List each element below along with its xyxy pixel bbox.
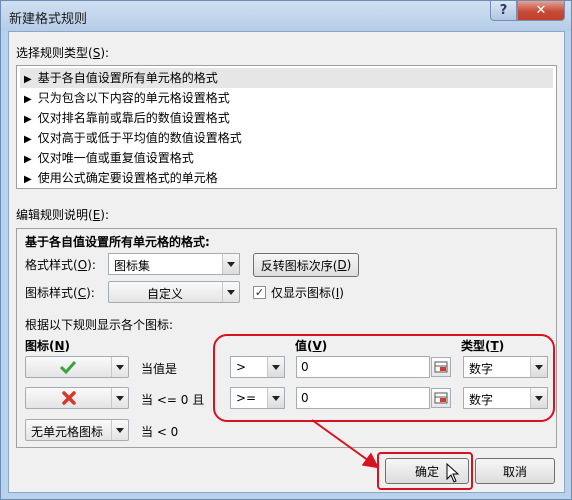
cell-reference-button-2[interactable] (431, 388, 451, 408)
icon-style-value: 自定义 (147, 287, 184, 301)
value-column-header: 值(V) (295, 339, 328, 353)
rule-type-item[interactable]: ▶ 仅对排名靠前或靠后的数值设置格式 (20, 108, 553, 128)
rules-caption: 根据以下规则显示各个图标: (25, 318, 174, 332)
title-bar[interactable]: 新建格式规则 ? ✕ (1, 1, 571, 31)
reverse-icon-order-button[interactable]: 反转图标次序(D) (253, 253, 359, 277)
value-input-field-2[interactable] (297, 388, 429, 408)
chevron-down-icon[interactable] (267, 388, 284, 408)
chevron-down-icon[interactable] (530, 357, 547, 377)
icon-column-header: 图标(N) (25, 339, 71, 353)
chevron-down-icon[interactable] (111, 357, 128, 377)
dialog-window: 新建格式规则 ? ✕ 选择规则类型(S): ▶ 基于各自值设置所有单元格的格式 ▶… (0, 0, 572, 500)
row-2-condition: 当 <= 0 且 (141, 393, 205, 407)
row-1-condition: 当值是 (141, 362, 178, 376)
icon-select-1[interactable] (25, 356, 129, 378)
icon-select-3[interactable]: 无单元格图标 (25, 419, 129, 441)
arrow-right-icon: ▶ (24, 154, 32, 165)
chevron-down-icon[interactable] (111, 388, 128, 408)
arrow-right-icon: ▶ (24, 174, 32, 185)
arrow-right-icon: ▶ (24, 74, 32, 85)
green-check-icon (60, 360, 76, 374)
rule-type-item[interactable]: ▶ 仅对高于或低于平均值的数值设置格式 (20, 128, 553, 148)
value-input-1[interactable] (296, 356, 430, 378)
value-input-2[interactable] (296, 387, 430, 409)
close-icon: ✕ (535, 3, 547, 18)
icon-select-2[interactable] (25, 387, 129, 409)
rule-type-list[interactable]: ▶ 基于各自值设置所有单元格的格式 ▶ 只为包含以下内容的单元格设置格式 ▶ 仅对排名… (16, 65, 557, 189)
icon-style-label: 图标样式(C): (25, 286, 95, 300)
help-icon: ? (499, 3, 508, 18)
range-select-icon (434, 392, 448, 404)
value-input-field-1[interactable] (297, 357, 429, 377)
rule-type-item[interactable]: ▶ 只为包含以下内容的单元格设置格式 (20, 88, 553, 108)
type-column-header: 类型(T) (461, 339, 505, 353)
format-style-label: 格式样式(O): (25, 258, 96, 272)
rule-heading: 基于各自值设置所有单元格的格式: (25, 235, 210, 249)
arrow-right-icon: ▶ (24, 114, 32, 125)
type-select-1[interactable]: 数字 (463, 356, 548, 378)
icon-style-select[interactable]: 自定义 (108, 281, 240, 303)
rule-type-item[interactable]: ▶ 仅对唯一值或重复值设置格式 (20, 148, 553, 168)
dialog-body: 选择规则类型(S): ▶ 基于各自值设置所有单元格的格式 ▶ 只为包含以下内容的单元… (8, 31, 565, 493)
no-cell-icon-label: 无单元格图标 (31, 425, 104, 439)
operator-select-1[interactable]: > (230, 356, 285, 378)
chevron-down-icon[interactable] (222, 282, 239, 302)
rule-type-item[interactable]: ▶ 使用公式确定要设置格式的单元格 (20, 168, 553, 188)
chevron-down-icon[interactable] (530, 388, 547, 408)
row-3-condition: 当 < 0 (141, 425, 179, 439)
type-select-2[interactable]: 数字 (463, 387, 548, 409)
mouse-cursor-icon (446, 463, 460, 483)
edit-rule-panel: 基于各自值设置所有单元格的格式: 格式样式(O): 图标集 反转图标次序(D) … (16, 228, 557, 448)
help-button[interactable]: ? (490, 1, 517, 21)
edit-rule-label: 编辑规则说明(E): (16, 208, 110, 222)
chevron-down-icon[interactable] (222, 254, 239, 274)
rule-type-label: 选择规则类型(S): (16, 46, 110, 60)
show-icon-only-checkbox[interactable]: ✓ (253, 286, 266, 299)
operator-select-2[interactable]: >= (230, 387, 285, 409)
arrow-right-icon: ▶ (24, 134, 32, 145)
cell-reference-button-1[interactable] (431, 357, 451, 377)
format-style-value: 图标集 (114, 259, 151, 273)
red-x-icon (62, 391, 76, 405)
chevron-down-icon[interactable] (267, 357, 284, 377)
chevron-down-icon[interactable] (111, 420, 128, 440)
dialog-title: 新建格式规则 (9, 12, 88, 27)
show-icon-only-label: 仅显示图标(I) (271, 286, 344, 300)
close-button[interactable]: ✕ (517, 1, 565, 21)
cancel-button[interactable]: 取消 (475, 458, 555, 484)
arrow-right-icon: ▶ (24, 94, 32, 105)
range-select-icon (434, 361, 448, 373)
format-style-select[interactable]: 图标集 (108, 253, 240, 275)
rule-type-item[interactable]: ▶ 基于各自值设置所有单元格的格式 (20, 68, 553, 88)
